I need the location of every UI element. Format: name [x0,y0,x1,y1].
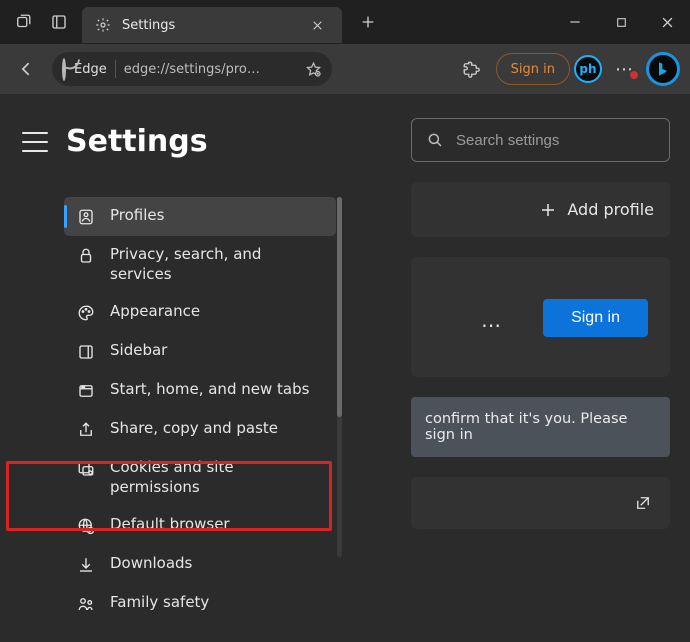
url-text: edge://settings/pro… [124,62,297,77]
address-bar[interactable]: Edge edge://settings/pro… [52,52,332,86]
search-icon [426,131,444,149]
sidebar-item-label: Sidebar [110,341,324,361]
alert-badge-icon [628,69,640,81]
back-button[interactable] [10,52,44,86]
sidebar-item-label: Family safety [110,593,324,613]
more-menu-button[interactable]: ⋯ [610,59,638,80]
sidebar-item-label: Start, home, and new tabs [110,380,324,400]
sidebar-item-label: Cookies and site permissions [110,458,324,497]
profile-icon [76,207,96,227]
scrollbar-thumb[interactable] [337,197,342,417]
sidebar-item-start-home[interactable]: Start, home, and new tabs [64,371,336,410]
minimize-button[interactable] [552,0,598,44]
sidebar-item-cookies[interactable]: Cookies and site permissions [64,449,336,506]
sidebar-item-label: Privacy, search, and services [110,245,324,284]
download-icon [76,555,96,575]
sidebar-item-label: Share, copy and paste [110,419,324,439]
sidebar-item-share-copy-paste[interactable]: Share, copy and paste [64,410,336,449]
family-icon [76,594,96,614]
profile-badge[interactable]: ph [574,55,602,83]
titlebar: Settings [0,0,690,44]
settings-row[interactable] [411,477,670,529]
close-window-button[interactable] [644,0,690,44]
plus-icon [539,201,557,219]
sidebar-item-sidebar[interactable]: Sidebar [64,332,336,371]
browser-toolbar: Edge edge://settings/pro… Sign in ph ⋯ [0,44,690,94]
bing-chat-button[interactable] [646,52,680,86]
open-external-icon [634,494,652,512]
sidebar-item-label: Downloads [110,554,324,574]
favorite-icon[interactable] [305,61,322,78]
add-profile-row[interactable]: Add profile [411,182,670,237]
sidebar-item-label: Appearance [110,302,324,322]
sidebar-item-profiles[interactable]: Profiles [64,197,336,236]
extensions-icon[interactable] [454,52,488,86]
signin-pill-label: Sign in [511,62,555,77]
more-options-button[interactable]: ⋯ [481,313,503,337]
sidebar-item-label: Profiles [110,206,324,226]
palette-icon [76,303,96,323]
sidebar-item-downloads[interactable]: Downloads [64,545,336,584]
add-profile-label: Add profile [567,200,654,219]
page-title: Settings [66,124,208,159]
share-icon [76,420,96,440]
profile-card: ⋯ Sign in [411,257,670,377]
close-tab-button[interactable] [304,12,330,38]
edge-logo-icon [62,60,66,79]
lock-icon [76,246,96,266]
sidebar-item-label: Default browser [110,515,324,535]
globe-check-icon [76,516,96,536]
vertical-tabs-icon[interactable] [50,13,68,31]
search-settings-box[interactable] [411,118,670,162]
window-icon [76,381,96,401]
maximize-button[interactable] [598,0,644,44]
search-input[interactable] [456,132,655,149]
menu-icon[interactable] [22,132,48,152]
sidebar-icon [76,342,96,362]
tab-title: Settings [122,18,294,33]
signin-button[interactable]: Sign in [543,299,648,337]
confirm-banner: confirm that it's you. Please sign in [411,397,670,457]
sidebar-item-appearance[interactable]: Appearance [64,293,336,332]
cookies-icon [76,459,96,479]
sidebar-item-family-safety[interactable]: Family safety [64,584,336,623]
confirm-text: confirm that it's you. Please sign in [425,409,656,445]
sidebar-item-privacy[interactable]: Privacy, search, and services [64,236,336,293]
separator [115,60,116,78]
new-tab-button[interactable] [348,2,388,42]
settings-nav: Profiles Privacy, search, and services A… [64,197,336,623]
sidebar-item-default-browser[interactable]: Default browser [64,506,336,545]
browser-tab-settings[interactable]: Settings [82,7,342,43]
signin-pill[interactable]: Sign in [496,53,570,85]
gear-icon [94,16,112,34]
tab-actions-icon[interactable] [14,13,32,31]
